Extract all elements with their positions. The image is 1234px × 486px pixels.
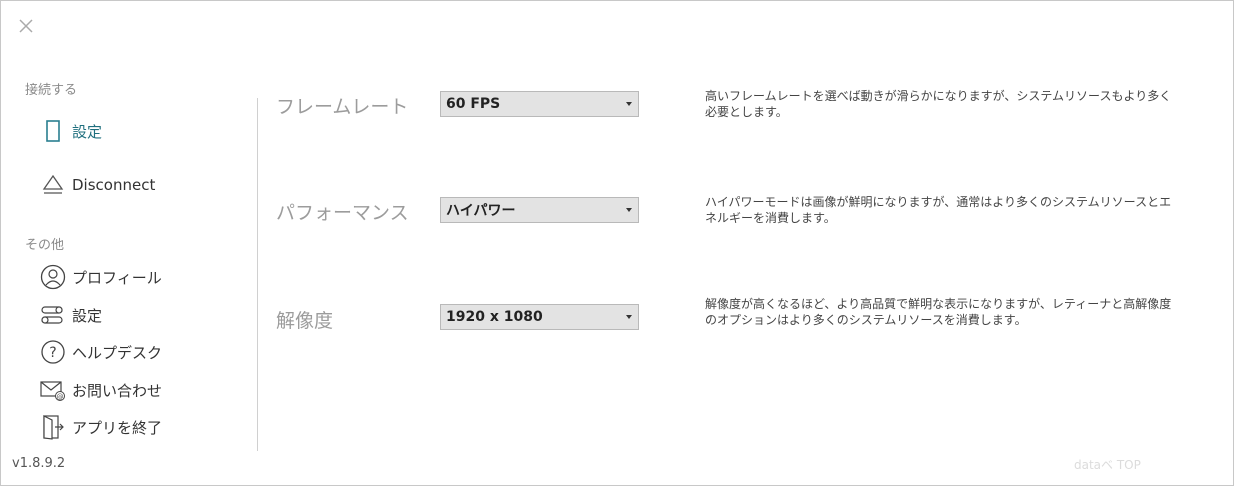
close-icon <box>19 19 33 33</box>
sidebar-item-connect-settings[interactable]: 設定 <box>40 117 102 145</box>
app-version: v1.8.9.2 <box>12 456 66 471</box>
svg-text:?: ? <box>49 345 56 361</box>
resolution-value: 1920 x 1080 <box>446 309 543 325</box>
sidebar-item-helpdesk[interactable]: ? ヘルプデスク <box>40 338 162 366</box>
framerate-label: フレームレート <box>276 96 409 118</box>
framerate-select[interactable]: 60 FPS <box>440 91 639 117</box>
performance-value: ハイパワー <box>446 203 516 219</box>
performance-select[interactable]: ハイパワー <box>440 197 639 223</box>
other-section-header: その他 <box>25 238 65 253</box>
sidebar-item-label: プロフィール <box>72 268 162 287</box>
watermark: dataベ TOP <box>1074 458 1141 472</box>
profile-icon <box>40 264 66 290</box>
sidebar-divider <box>257 98 258 451</box>
sidebar-item-label: ヘルプデスク <box>72 343 163 362</box>
app-window <box>0 0 1234 486</box>
help-icon: ? <box>40 339 66 365</box>
toggle-settings-icon <box>40 302 66 328</box>
resolution-select[interactable]: 1920 x 1080 <box>440 304 639 330</box>
sidebar-item-label: 設定 <box>72 306 103 325</box>
sidebar-item-label: 設定 <box>72 122 103 141</box>
sidebar-item-label: アプリを終了 <box>72 418 163 437</box>
sidebar-item-disconnect[interactable]: Disconnect <box>40 171 155 199</box>
exit-icon <box>40 414 66 440</box>
framerate-value: 60 FPS <box>446 96 501 112</box>
sidebar-item-label: お問い合わせ <box>72 381 163 400</box>
close-button[interactable] <box>16 16 36 36</box>
mail-icon: @ <box>40 377 66 403</box>
performance-description: ハイパワーモードは画像が鮮明になりますが、通常はより多くのシステムリソースとエネ… <box>705 195 1172 225</box>
resolution-description: 解像度が高くなるほど、より高品質で鮮明な表示になりますが、レティーナと高解像度の… <box>705 297 1172 327</box>
sidebar-item-exit-app[interactable]: アプリを終了 <box>40 413 162 441</box>
eject-icon <box>40 172 66 198</box>
connect-section-header: 接続する <box>25 83 78 98</box>
sidebar-item-label: Disconnect <box>72 176 156 194</box>
sidebar-item-settings[interactable]: 設定 <box>40 301 102 329</box>
svg-text:@: @ <box>57 393 64 401</box>
resolution-label: 解像度 <box>276 310 334 332</box>
performance-label: パフォーマンス <box>276 202 409 224</box>
framerate-description: 高いフレームレートを選べば動きが滑らかになりますが、システムリソースもより多く必… <box>705 89 1172 119</box>
chevron-down-icon <box>626 102 632 106</box>
sidebar-item-profile[interactable]: プロフィール <box>40 263 162 291</box>
chevron-down-icon <box>626 208 632 212</box>
sidebar-item-contact[interactable]: @ お問い合わせ <box>40 376 162 404</box>
chevron-down-icon <box>626 315 632 319</box>
device-icon <box>40 118 66 144</box>
